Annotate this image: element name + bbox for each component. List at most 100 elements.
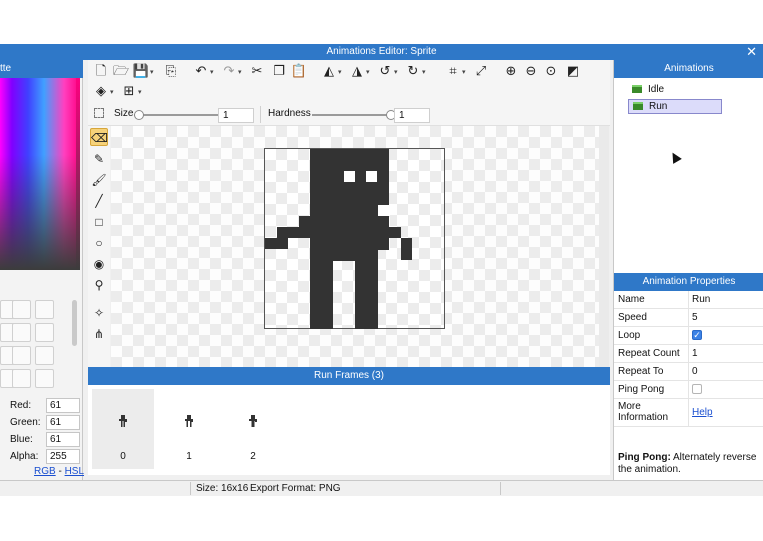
export-icon[interactable]: ⎘ — [162, 62, 180, 80]
canvas-vertical-scrollbar[interactable] — [599, 126, 609, 408]
flip-horizontal-icon[interactable]: ◭ — [320, 62, 338, 80]
copy-icon[interactable]: ❐ — [270, 62, 288, 80]
layers-icon[interactable]: ◈ — [92, 82, 110, 100]
ellipse-tool-icon[interactable]: ○ — [90, 234, 108, 252]
hardness-input[interactable]: 1 — [394, 108, 430, 123]
rotate-left-icon[interactable]: ↺ — [376, 62, 394, 80]
prop-name-value[interactable]: Run — [692, 294, 710, 305]
brush-tool-icon[interactable]: 🖌 — [90, 171, 108, 189]
animation-item-run[interactable]: Run — [628, 99, 722, 114]
redo-icon[interactable]: ↷ — [220, 62, 238, 80]
loop-checkbox[interactable]: ✓ — [692, 330, 702, 340]
color-swatch[interactable] — [12, 300, 31, 319]
selection-toggle-icon[interactable] — [94, 108, 104, 118]
status-size: Size: 16x16 — [196, 483, 249, 494]
frame-thumbnail — [185, 415, 193, 427]
color-swatch[interactable] — [35, 346, 54, 365]
prop-repeat-to-value[interactable]: 0 — [692, 366, 698, 377]
rectangle-tool-icon[interactable]: □ — [90, 213, 108, 231]
sprite-pixel — [299, 216, 310, 227]
green-input[interactable]: 61 — [46, 415, 80, 430]
prop-name-label: Name — [618, 294, 645, 305]
prop-divider — [688, 363, 689, 380]
blue-input[interactable]: 61 — [46, 432, 80, 447]
close-icon[interactable]: ✕ — [746, 44, 757, 60]
zoom-fit-icon[interactable]: ⊙ — [542, 62, 560, 80]
prop-speed-label: Speed — [618, 312, 647, 323]
prop-repeat-to-row: Repeat To 0 — [614, 363, 763, 381]
frame-item[interactable]: 2 — [222, 389, 284, 469]
rotate-left-dropdown-icon[interactable]: ▾ — [394, 68, 398, 76]
color-swatch[interactable] — [12, 346, 31, 365]
crop-icon[interactable]: ⌗ — [444, 62, 462, 80]
zoom-actual-icon[interactable]: ◩ — [564, 62, 582, 80]
rgb-link[interactable]: RGB — [34, 466, 56, 477]
prop-divider — [688, 309, 689, 326]
zoom-out-icon[interactable]: ⊖ — [522, 62, 540, 80]
main-toolbar: 🗋 🗁 💾 ▾ ⎘ ↶ ▾ ↷ ▾ ✂ ❐ 📋 ◭ ▾ ◮ ▾ ↺ ▾ ↻ ▾ … — [88, 60, 610, 104]
cut-icon[interactable]: ✂ — [248, 62, 266, 80]
sprite-eye-left — [344, 171, 355, 182]
layers-dropdown-icon[interactable]: ▾ — [110, 88, 114, 96]
grid-icon[interactable]: ⊞ — [120, 82, 138, 100]
prop-repeat-count-value[interactable]: 1 — [692, 348, 698, 359]
size-input[interactable]: 1 — [218, 108, 254, 123]
status-divider — [190, 482, 191, 495]
swatch-scrollbar[interactable] — [72, 300, 77, 346]
animation-icon — [633, 102, 643, 110]
frame-index: 2 — [250, 451, 256, 462]
undo-dropdown-icon[interactable]: ▾ — [210, 68, 214, 76]
hardness-slider-track[interactable] — [312, 114, 392, 116]
rotate-right-dropdown-icon[interactable]: ▾ — [422, 68, 426, 76]
prop-loop-label: Loop — [618, 330, 641, 341]
color-swatch[interactable] — [35, 300, 54, 319]
red-input[interactable]: 61 — [46, 398, 80, 413]
resize-icon[interactable]: ⤢ — [472, 62, 490, 80]
color-spectrum[interactable] — [0, 78, 80, 270]
eraser-tool-icon[interactable]: ⌫ — [90, 128, 108, 146]
sprite-eye-right — [366, 171, 377, 182]
crop-dropdown-icon[interactable]: ▾ — [462, 68, 466, 76]
redo-dropdown-icon[interactable]: ▾ — [238, 68, 242, 76]
animations-header: Animations — [614, 60, 763, 78]
fill-tool-icon[interactable]: ◉ — [90, 255, 108, 273]
save-dropdown-icon[interactable]: ▾ — [150, 68, 154, 76]
help-link[interactable]: Help — [692, 407, 713, 418]
zoom-in-icon[interactable]: ⊕ — [502, 62, 520, 80]
sprite-pixel — [378, 216, 389, 250]
size-slider-knob[interactable] — [134, 110, 144, 120]
hue-strip[interactable] — [76, 78, 80, 270]
prop-repeat-count-row: Repeat Count 1 — [614, 345, 763, 363]
paste-icon[interactable]: 📋 — [290, 62, 308, 80]
flip-h-dropdown-icon[interactable]: ▾ — [338, 68, 342, 76]
flip-vertical-icon[interactable]: ◮ — [348, 62, 366, 80]
ping-pong-checkbox[interactable] — [692, 384, 702, 394]
sprite-canvas[interactable] — [264, 148, 445, 329]
editor-window: Animations Editor: Sprite ✕ tte Red: 61 … — [0, 44, 763, 496]
color-swatch[interactable] — [35, 369, 54, 388]
undo-icon[interactable]: ↶ — [192, 62, 210, 80]
node-tool-icon[interactable]: ⋔ — [90, 325, 108, 343]
new-file-icon[interactable]: 🗋 — [92, 62, 110, 80]
open-folder-icon[interactable]: 🗁 — [112, 62, 130, 80]
prop-ping-pong-row: Ping Pong — [614, 381, 763, 399]
line-tool-icon[interactable]: ╱ — [90, 192, 108, 210]
color-swatch[interactable] — [35, 323, 54, 342]
hsl-link[interactable]: HSL — [65, 466, 84, 477]
prop-speed-value[interactable]: 5 — [692, 312, 698, 323]
color-swatch[interactable] — [12, 369, 31, 388]
flip-v-dropdown-icon[interactable]: ▾ — [366, 68, 370, 76]
color-swatch[interactable] — [12, 323, 31, 342]
frame-item[interactable]: 0 — [92, 389, 154, 469]
animation-item-idle[interactable]: Idle — [628, 83, 722, 98]
frames-panel: 0 1 2 — [88, 385, 610, 475]
rotate-right-icon[interactable]: ↻ — [404, 62, 422, 80]
size-slider-track[interactable] — [134, 114, 218, 116]
frame-item[interactable]: 1 — [158, 389, 220, 469]
grid-dropdown-icon[interactable]: ▾ — [138, 88, 142, 96]
eyedropper-tool-icon[interactable]: ⚲ — [90, 276, 108, 294]
alpha-input[interactable]: 255 — [46, 449, 80, 464]
save-icon[interactable]: 💾 — [132, 62, 150, 80]
pencil-tool-icon[interactable]: ✎ — [90, 150, 108, 168]
move-tool-icon[interactable]: ✧ — [90, 304, 108, 322]
